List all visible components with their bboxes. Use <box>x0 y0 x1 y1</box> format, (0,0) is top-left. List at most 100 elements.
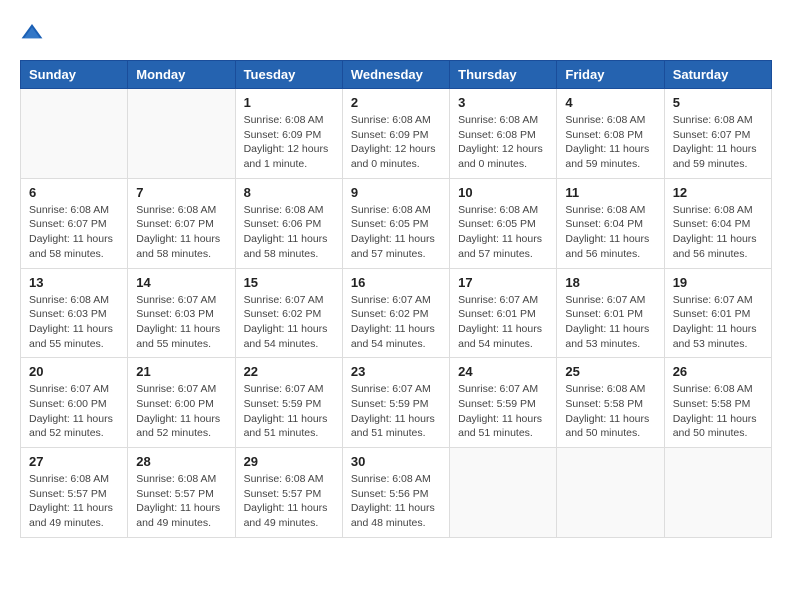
weekday-header-friday: Friday <box>557 61 664 89</box>
calendar-table: SundayMondayTuesdayWednesdayThursdayFrid… <box>20 60 772 538</box>
day-info: Sunrise: 6:08 AM Sunset: 6:07 PM Dayligh… <box>673 113 763 172</box>
day-number: 29 <box>244 454 334 469</box>
week-row-5: 27 Sunrise: 6:08 AM Sunset: 5:57 PM Dayli… <box>21 448 772 538</box>
calendar-cell: 4 Sunrise: 6:08 AM Sunset: 6:08 PM Daylig… <box>557 89 664 179</box>
day-info: Sunrise: 6:08 AM Sunset: 6:09 PM Dayligh… <box>244 113 334 172</box>
day-info: Sunrise: 6:08 AM Sunset: 6:07 PM Dayligh… <box>29 203 119 262</box>
calendar-cell: 19 Sunrise: 6:07 AM Sunset: 6:01 PM Dayli… <box>664 268 771 358</box>
calendar-cell <box>557 448 664 538</box>
day-info: Sunrise: 6:07 AM Sunset: 5:59 PM Dayligh… <box>244 382 334 441</box>
day-number: 24 <box>458 364 548 379</box>
day-number: 3 <box>458 95 548 110</box>
day-info: Sunrise: 6:07 AM Sunset: 6:00 PM Dayligh… <box>29 382 119 441</box>
logo-icon <box>20 20 44 44</box>
day-info: Sunrise: 6:08 AM Sunset: 6:05 PM Dayligh… <box>351 203 441 262</box>
day-info: Sunrise: 6:07 AM Sunset: 5:59 PM Dayligh… <box>351 382 441 441</box>
day-info: Sunrise: 6:07 AM Sunset: 5:59 PM Dayligh… <box>458 382 548 441</box>
calendar-cell: 17Sunrise: 6:07 AM Sunset: 6:01 PM Dayli… <box>450 268 557 358</box>
day-number: 6 <box>29 185 119 200</box>
calendar-cell: 3 Sunrise: 6:08 AM Sunset: 6:08 PM Daylig… <box>450 89 557 179</box>
calendar-cell: 29 Sunrise: 6:08 AM Sunset: 5:57 PM Dayli… <box>235 448 342 538</box>
day-number: 5 <box>673 95 763 110</box>
calendar-cell: 25Sunrise: 6:08 AM Sunset: 5:58 PM Dayli… <box>557 358 664 448</box>
calendar-cell: 11 Sunrise: 6:08 AM Sunset: 6:04 PM Dayli… <box>557 178 664 268</box>
day-info: Sunrise: 6:08 AM Sunset: 5:57 PM Dayligh… <box>136 472 226 531</box>
day-number: 4 <box>565 95 655 110</box>
day-number: 23 <box>351 364 441 379</box>
calendar-cell: 2 Sunrise: 6:08 AM Sunset: 6:09 PM Daylig… <box>342 89 449 179</box>
day-number: 18 <box>565 275 655 290</box>
day-info: Sunrise: 6:08 AM Sunset: 6:08 PM Dayligh… <box>458 113 548 172</box>
day-number: 17 <box>458 275 548 290</box>
day-number: 15 <box>244 275 334 290</box>
weekday-header-monday: Monday <box>128 61 235 89</box>
day-number: 12 <box>673 185 763 200</box>
calendar-cell: 1 Sunrise: 6:08 AM Sunset: 6:09 PM Daylig… <box>235 89 342 179</box>
day-number: 9 <box>351 185 441 200</box>
day-info: Sunrise: 6:08 AM Sunset: 6:07 PM Dayligh… <box>136 203 226 262</box>
calendar-cell: 28Sunrise: 6:08 AM Sunset: 5:57 PM Dayli… <box>128 448 235 538</box>
day-info: Sunrise: 6:08 AM Sunset: 6:08 PM Dayligh… <box>565 113 655 172</box>
calendar-cell: 14 Sunrise: 6:07 AM Sunset: 6:03 PM Dayli… <box>128 268 235 358</box>
calendar-cell: 15 Sunrise: 6:07 AM Sunset: 6:02 PM Dayli… <box>235 268 342 358</box>
calendar-cell <box>450 448 557 538</box>
day-number: 26 <box>673 364 763 379</box>
calendar-cell: 27 Sunrise: 6:08 AM Sunset: 5:57 PM Dayli… <box>21 448 128 538</box>
day-info: Sunrise: 6:08 AM Sunset: 5:56 PM Dayligh… <box>351 472 441 531</box>
day-number: 11 <box>565 185 655 200</box>
week-row-2: 6 Sunrise: 6:08 AM Sunset: 6:07 PM Daylig… <box>21 178 772 268</box>
day-info: Sunrise: 6:07 AM Sunset: 6:00 PM Dayligh… <box>136 382 226 441</box>
day-number: 10 <box>458 185 548 200</box>
day-info: Sunrise: 6:08 AM Sunset: 6:05 PM Dayligh… <box>458 203 548 262</box>
calendar-cell: 5 Sunrise: 6:08 AM Sunset: 6:07 PM Daylig… <box>664 89 771 179</box>
calendar-cell: 24 Sunrise: 6:07 AM Sunset: 5:59 PM Dayli… <box>450 358 557 448</box>
day-info: Sunrise: 6:08 AM Sunset: 6:06 PM Dayligh… <box>244 203 334 262</box>
day-number: 25 <box>565 364 655 379</box>
logo <box>20 20 48 44</box>
day-info: Sunrise: 6:08 AM Sunset: 5:58 PM Dayligh… <box>673 382 763 441</box>
day-info: Sunrise: 6:08 AM Sunset: 5:57 PM Dayligh… <box>29 472 119 531</box>
day-number: 7 <box>136 185 226 200</box>
calendar-cell: 10 Sunrise: 6:08 AM Sunset: 6:05 PM Dayli… <box>450 178 557 268</box>
day-number: 20 <box>29 364 119 379</box>
calendar-cell: 18 Sunrise: 6:07 AM Sunset: 6:01 PM Dayli… <box>557 268 664 358</box>
week-row-4: 20 Sunrise: 6:07 AM Sunset: 6:00 PM Dayli… <box>21 358 772 448</box>
calendar-cell <box>664 448 771 538</box>
day-number: 2 <box>351 95 441 110</box>
day-info: Sunrise: 6:07 AM Sunset: 6:02 PM Dayligh… <box>244 293 334 352</box>
calendar-cell: 20 Sunrise: 6:07 AM Sunset: 6:00 PM Dayli… <box>21 358 128 448</box>
weekday-header-thursday: Thursday <box>450 61 557 89</box>
day-number: 8 <box>244 185 334 200</box>
calendar-cell: 12 Sunrise: 6:08 AM Sunset: 6:04 PM Dayli… <box>664 178 771 268</box>
calendar-cell <box>128 89 235 179</box>
calendar-cell: 26 Sunrise: 6:08 AM Sunset: 5:58 PM Dayli… <box>664 358 771 448</box>
day-info: Sunrise: 6:07 AM Sunset: 6:01 PM Dayligh… <box>565 293 655 352</box>
calendar-cell: 8 Sunrise: 6:08 AM Sunset: 6:06 PM Daylig… <box>235 178 342 268</box>
day-number: 19 <box>673 275 763 290</box>
weekday-header-sunday: Sunday <box>21 61 128 89</box>
day-info: Sunrise: 6:08 AM Sunset: 6:04 PM Dayligh… <box>565 203 655 262</box>
day-number: 30 <box>351 454 441 469</box>
day-number: 13 <box>29 275 119 290</box>
day-number: 14 <box>136 275 226 290</box>
calendar-cell: 22 Sunrise: 6:07 AM Sunset: 5:59 PM Dayli… <box>235 358 342 448</box>
day-number: 21 <box>136 364 226 379</box>
day-number: 1 <box>244 95 334 110</box>
weekday-header-tuesday: Tuesday <box>235 61 342 89</box>
day-number: 22 <box>244 364 334 379</box>
week-row-3: 13Sunrise: 6:08 AM Sunset: 6:03 PM Dayli… <box>21 268 772 358</box>
day-info: Sunrise: 6:08 AM Sunset: 6:04 PM Dayligh… <box>673 203 763 262</box>
day-info: Sunrise: 6:07 AM Sunset: 6:01 PM Dayligh… <box>673 293 763 352</box>
weekday-header-row: SundayMondayTuesdayWednesdayThursdayFrid… <box>21 61 772 89</box>
calendar-cell: 9 Sunrise: 6:08 AM Sunset: 6:05 PM Daylig… <box>342 178 449 268</box>
calendar-cell <box>21 89 128 179</box>
day-info: Sunrise: 6:08 AM Sunset: 6:09 PM Dayligh… <box>351 113 441 172</box>
weekday-header-saturday: Saturday <box>664 61 771 89</box>
day-number: 27 <box>29 454 119 469</box>
calendar-cell: 30 Sunrise: 6:08 AM Sunset: 5:56 PM Dayli… <box>342 448 449 538</box>
calendar-cell: 6 Sunrise: 6:08 AM Sunset: 6:07 PM Daylig… <box>21 178 128 268</box>
day-info: Sunrise: 6:07 AM Sunset: 6:03 PM Dayligh… <box>136 293 226 352</box>
day-info: Sunrise: 6:08 AM Sunset: 5:57 PM Dayligh… <box>244 472 334 531</box>
day-number: 16 <box>351 275 441 290</box>
calendar-cell: 16Sunrise: 6:07 AM Sunset: 6:02 PM Dayli… <box>342 268 449 358</box>
